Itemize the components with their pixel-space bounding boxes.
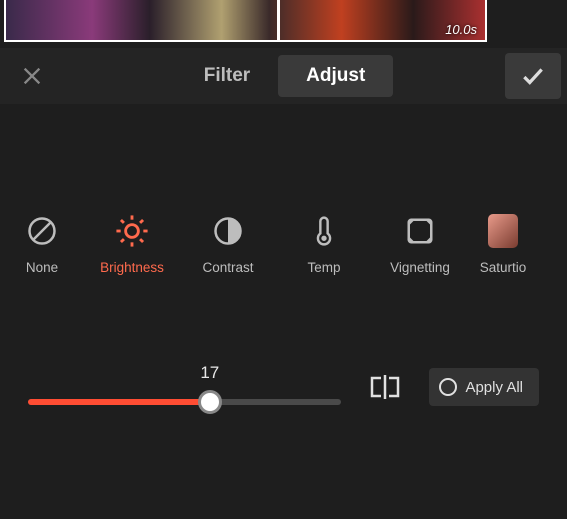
playhead[interactable]: [277, 0, 280, 42]
timeline-clip-strip[interactable]: [4, 0, 487, 42]
adjust-options-strip[interactable]: None Brightness Contrast Temp Vignetting: [0, 198, 567, 290]
slider-thumb[interactable]: [198, 390, 222, 414]
adjust-option-brightness[interactable]: Brightness: [84, 214, 180, 275]
adjust-option-label: Saturtio: [480, 260, 527, 275]
adjust-option-label: Vignetting: [390, 260, 450, 275]
adjust-option-none[interactable]: None: [0, 214, 84, 275]
vignette-icon: [403, 214, 437, 248]
panel-header: Filter Adjust: [0, 48, 567, 104]
adjust-slider[interactable]: 17: [28, 363, 341, 411]
adjust-option-label: Contrast: [202, 260, 253, 275]
apply-all-label: Apply All: [465, 379, 523, 396]
slider-value-label: 17: [200, 363, 219, 383]
slider-row: 17 Apply All: [28, 352, 539, 422]
ban-icon: [25, 214, 59, 248]
contrast-icon: [211, 214, 245, 248]
adjust-option-contrast[interactable]: Contrast: [180, 214, 276, 275]
close-icon: [21, 65, 43, 87]
confirm-button[interactable]: [505, 53, 561, 99]
adjust-option-label: Temp: [307, 260, 340, 275]
thermometer-icon: [307, 214, 341, 248]
circle-icon: [439, 378, 457, 396]
slider-fill: [28, 399, 210, 405]
adjust-option-saturation[interactable]: Saturtio: [468, 214, 538, 275]
tab-adjust[interactable]: Adjust: [278, 55, 393, 97]
brightness-icon: [115, 214, 149, 248]
tab-filter[interactable]: Filter: [176, 55, 278, 97]
adjust-option-temp[interactable]: Temp: [276, 214, 372, 275]
apply-all-button[interactable]: Apply All: [429, 368, 539, 406]
compare-icon: [368, 374, 402, 400]
adjust-option-vignetting[interactable]: Vignetting: [372, 214, 468, 275]
clip-duration: 10.0s: [445, 22, 477, 37]
reset-compare-button[interactable]: [365, 367, 405, 407]
saturation-icon: [486, 214, 520, 248]
tab-bar: Filter Adjust: [64, 55, 505, 97]
close-button[interactable]: [0, 48, 64, 104]
check-icon: [520, 63, 546, 89]
adjust-option-label: None: [26, 260, 58, 275]
adjust-option-label: Brightness: [100, 260, 164, 275]
